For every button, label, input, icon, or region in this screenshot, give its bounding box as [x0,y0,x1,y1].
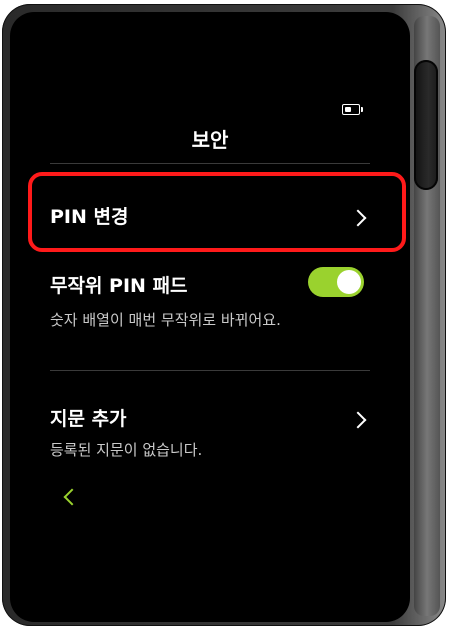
random-pin-pad-toggle[interactable] [308,267,364,297]
page-title: 보안 [191,128,229,152]
device-side-button[interactable] [414,60,438,190]
section-divider [50,370,370,371]
header-divider [50,163,370,164]
random-pin-pad-description: 숫자 배열이 매번 무작위로 바뀌어요. [50,311,281,329]
battery-icon [342,104,363,115]
add-fingerprint-label: 지문 추가 [50,408,127,430]
screen: 보안 PIN 변경 무작위 PIN 패드 숫자 배열이 매번 무작위로 바뀌어요… [10,12,410,622]
add-fingerprint-description: 등록된 지문이 없습니다. [50,441,203,459]
chevron-right-icon [349,411,367,429]
random-pin-pad-label: 무작위 PIN 패드 [50,275,188,297]
toggle-knob [337,270,361,294]
highlight-box [28,172,406,252]
device-frame: 보안 PIN 변경 무작위 PIN 패드 숫자 배열이 매번 무작위로 바뀌어요… [2,4,446,626]
chevron-left-icon[interactable] [63,488,81,506]
